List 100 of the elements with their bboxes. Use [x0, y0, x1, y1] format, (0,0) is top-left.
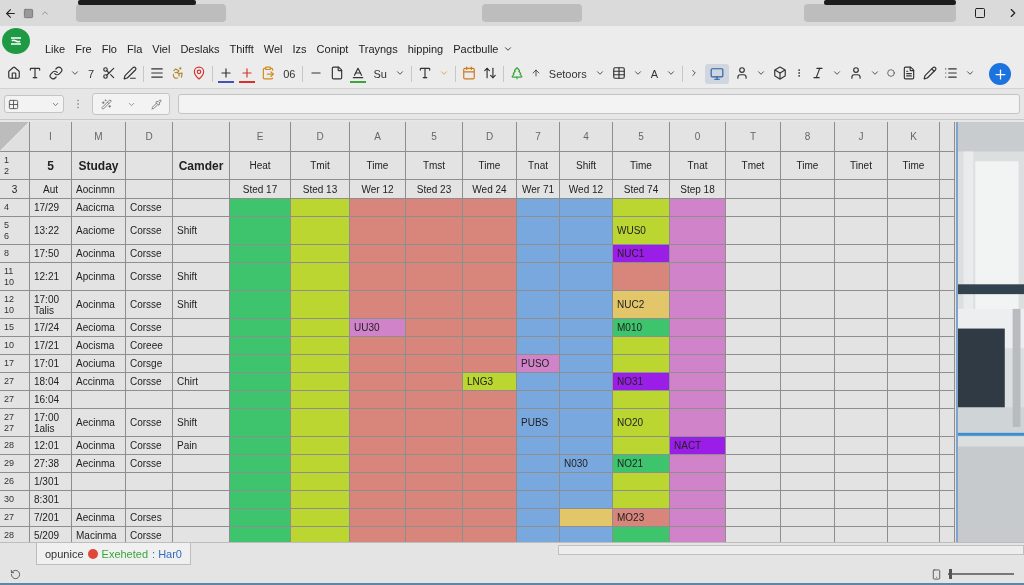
row-header[interactable]: 11 10	[0, 263, 30, 291]
back-icon[interactable]	[4, 6, 17, 20]
table-cell: 17:00 1alis	[30, 409, 72, 437]
table-cell: Corsse	[126, 245, 173, 263]
name-box[interactable]	[4, 95, 64, 113]
menu-item[interactable]: Flo	[96, 41, 122, 57]
scrollbar[interactable]	[558, 545, 1024, 555]
menu-item[interactable]: Conipt	[311, 41, 354, 57]
table-cell: Tinet	[835, 152, 888, 180]
table-cell: Studay	[72, 152, 126, 180]
plus-icon[interactable]	[218, 65, 235, 83]
row-header[interactable]: 30	[0, 491, 30, 509]
menu-item[interactable]: Viel	[147, 41, 176, 57]
menu-item[interactable]: Fre	[70, 41, 97, 57]
row-header[interactable]: 10	[0, 337, 30, 355]
row-header[interactable]: 12 10	[0, 291, 30, 319]
toolbar-button[interactable]: A	[648, 68, 661, 80]
table-cell: Time	[781, 152, 835, 180]
table-cell: Corsse	[126, 319, 173, 337]
menu-item[interactable]: Pactbulle	[448, 41, 504, 57]
menu-item[interactable]: Trayngs	[353, 41, 403, 57]
column-header[interactable]: D	[291, 122, 350, 152]
tab-icon[interactable]	[23, 7, 34, 19]
table-cell: 13:22	[30, 217, 72, 245]
column-header[interactable]: 5	[613, 122, 670, 152]
add-button[interactable]	[989, 63, 1012, 85]
refresh-icon[interactable]	[10, 568, 21, 580]
font-color-icon[interactable]	[350, 65, 367, 83]
table-cell: Pain	[173, 437, 230, 455]
caret-icon[interactable]	[503, 44, 514, 54]
toolbar-button[interactable]: 7	[86, 68, 97, 80]
row-header[interactable]: 27	[0, 391, 30, 409]
row-header[interactable]: 28	[0, 437, 30, 455]
table-cell: 8:301	[30, 491, 72, 509]
table-cell: 1/301	[30, 473, 72, 491]
table-cell: Sted 17	[230, 180, 291, 199]
formula-input[interactable]	[178, 94, 1020, 114]
menu-item[interactable]: Izs	[287, 41, 312, 57]
table-cell: 17/21	[30, 337, 72, 355]
plus-icon[interactable]	[239, 65, 256, 83]
table-cell: Shift	[173, 409, 230, 437]
table-cell: Chirt	[173, 373, 230, 391]
column-header[interactable]: D	[126, 122, 173, 152]
table-cell: Aocinmn	[72, 180, 126, 199]
menu-item[interactable]: Wel	[258, 41, 288, 57]
column-header[interactable]: 8	[781, 122, 835, 152]
circle-icon[interactable]	[886, 68, 897, 80]
menu-item[interactable]: Deslaks	[175, 41, 225, 57]
column-header[interactable]: K	[888, 122, 940, 152]
phone-icon[interactable]	[931, 568, 942, 580]
row-header[interactable]: 3	[0, 180, 30, 199]
row-header[interactable]: 8	[0, 245, 30, 263]
row-header[interactable]: 27	[0, 509, 30, 527]
row-header[interactable]: 4	[0, 199, 30, 217]
table-cell: Aocinma	[72, 245, 126, 263]
select-all-corner[interactable]	[0, 122, 30, 152]
menu-item[interactable]: Like	[40, 41, 71, 57]
table-cell: Apcinma	[72, 263, 126, 291]
monitor-button[interactable]	[705, 64, 730, 84]
table-cell: Corsse	[126, 199, 173, 217]
grid-icon	[8, 98, 19, 110]
row-header[interactable]: 27 27	[0, 409, 30, 437]
tag-cell: UU30	[350, 319, 406, 337]
row-header[interactable]: 29	[0, 455, 30, 473]
column-header[interactable]: T	[726, 122, 781, 152]
detail-text: : Har0	[152, 547, 182, 560]
app-logo[interactable]	[2, 28, 30, 54]
column-header[interactable]: M	[72, 122, 126, 152]
row-header[interactable]: 17	[0, 355, 30, 373]
column-header[interactable]: 7	[517, 122, 560, 152]
toolbar-button[interactable]: 06	[281, 68, 298, 80]
link-icon[interactable]	[48, 65, 64, 83]
row-header[interactable]: 15	[0, 319, 30, 337]
column-header[interactable]: E	[230, 122, 291, 152]
toolbar-button[interactable]: Su	[371, 68, 389, 80]
table-cell: Wed 24	[463, 180, 517, 199]
column-header[interactable]: I	[30, 122, 72, 152]
tag-cell: M010	[613, 319, 670, 337]
menu-item[interactable]: hipping	[402, 41, 449, 57]
maximize-icon[interactable]	[974, 7, 986, 19]
row-header[interactable]: 26	[0, 473, 30, 491]
row-header[interactable]: 5 6	[0, 217, 30, 245]
column-header[interactable]: D	[463, 122, 517, 152]
column-header[interactable]: 5	[406, 122, 463, 152]
toolbar-button[interactable]: Setoors	[546, 68, 589, 80]
column-header[interactable]: 0	[670, 122, 726, 152]
table-cell: 5	[30, 152, 72, 180]
function-box[interactable]	[92, 93, 170, 115]
wand-icon	[100, 98, 112, 110]
column-header[interactable]: J	[835, 122, 888, 152]
column-header[interactable]: 4	[560, 122, 613, 152]
table-cell: Time	[350, 152, 406, 180]
menu-item[interactable]: Thifft	[224, 41, 259, 57]
row-header[interactable]: 27	[0, 373, 30, 391]
table-cell: Aut	[30, 180, 72, 199]
menu-item[interactable]: Fla	[121, 41, 148, 57]
column-header[interactable]: A	[350, 122, 406, 152]
slider-thumb[interactable]	[949, 569, 953, 579]
row-header[interactable]: 1 2	[0, 152, 30, 180]
sheet-tab[interactable]: opunice Exeheted : Har0	[36, 543, 191, 565]
